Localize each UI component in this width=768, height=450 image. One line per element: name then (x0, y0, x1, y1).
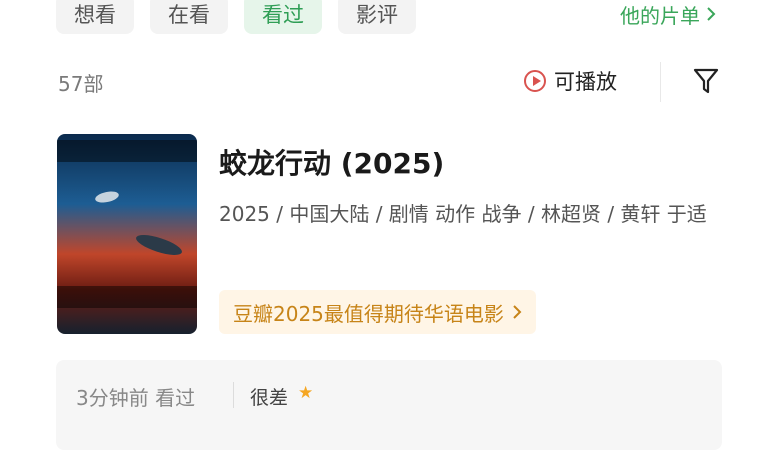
playable-filter-button[interactable]: 可播放 (524, 64, 617, 98)
poster-submarine (94, 189, 120, 205)
tab-bar: 想看 在看 看过 影评 (56, 0, 416, 34)
poster-submarine (134, 230, 184, 260)
divider (233, 382, 234, 408)
his-list-label: 他的片单 (620, 3, 700, 28)
his-list-link[interactable]: 他的片单 (620, 0, 716, 32)
rating-label: 很差 (250, 387, 289, 409)
review-card: 3分钟前 看过 很差 ★ (56, 360, 722, 450)
chevron-right-icon (707, 7, 716, 21)
movie-title[interactable]: 蛟龙行动 (2025) (219, 142, 444, 182)
poster-cast-strip (57, 140, 197, 162)
playable-label: 可播放 (554, 70, 617, 94)
poster-cast-strip (57, 286, 197, 308)
tab-watched[interactable]: 看过 (244, 0, 322, 34)
ranking-badge[interactable]: 豆瓣2025最值得期待华语电影 (219, 290, 536, 334)
filter-icon[interactable] (692, 66, 720, 96)
ranking-badge-label: 豆瓣2025最值得期待华语电影 (233, 301, 504, 326)
item-count: 57部 (58, 72, 104, 96)
tab-watching[interactable]: 在看 (150, 0, 228, 34)
movie-poster[interactable] (57, 134, 197, 334)
tab-reviews[interactable]: 影评 (338, 0, 416, 34)
chevron-right-icon (513, 305, 522, 319)
divider (660, 62, 661, 102)
play-circle-icon (524, 70, 546, 92)
movie-meta: 2025 / 中国大陆 / 剧情 动作 战争 / 林超贤 / 黄轩 于适 (219, 202, 707, 226)
watched-time: 3分钟前 看过 (76, 386, 196, 410)
tab-want-to-watch[interactable]: 想看 (56, 0, 134, 34)
star-icon: ★ (298, 383, 314, 403)
